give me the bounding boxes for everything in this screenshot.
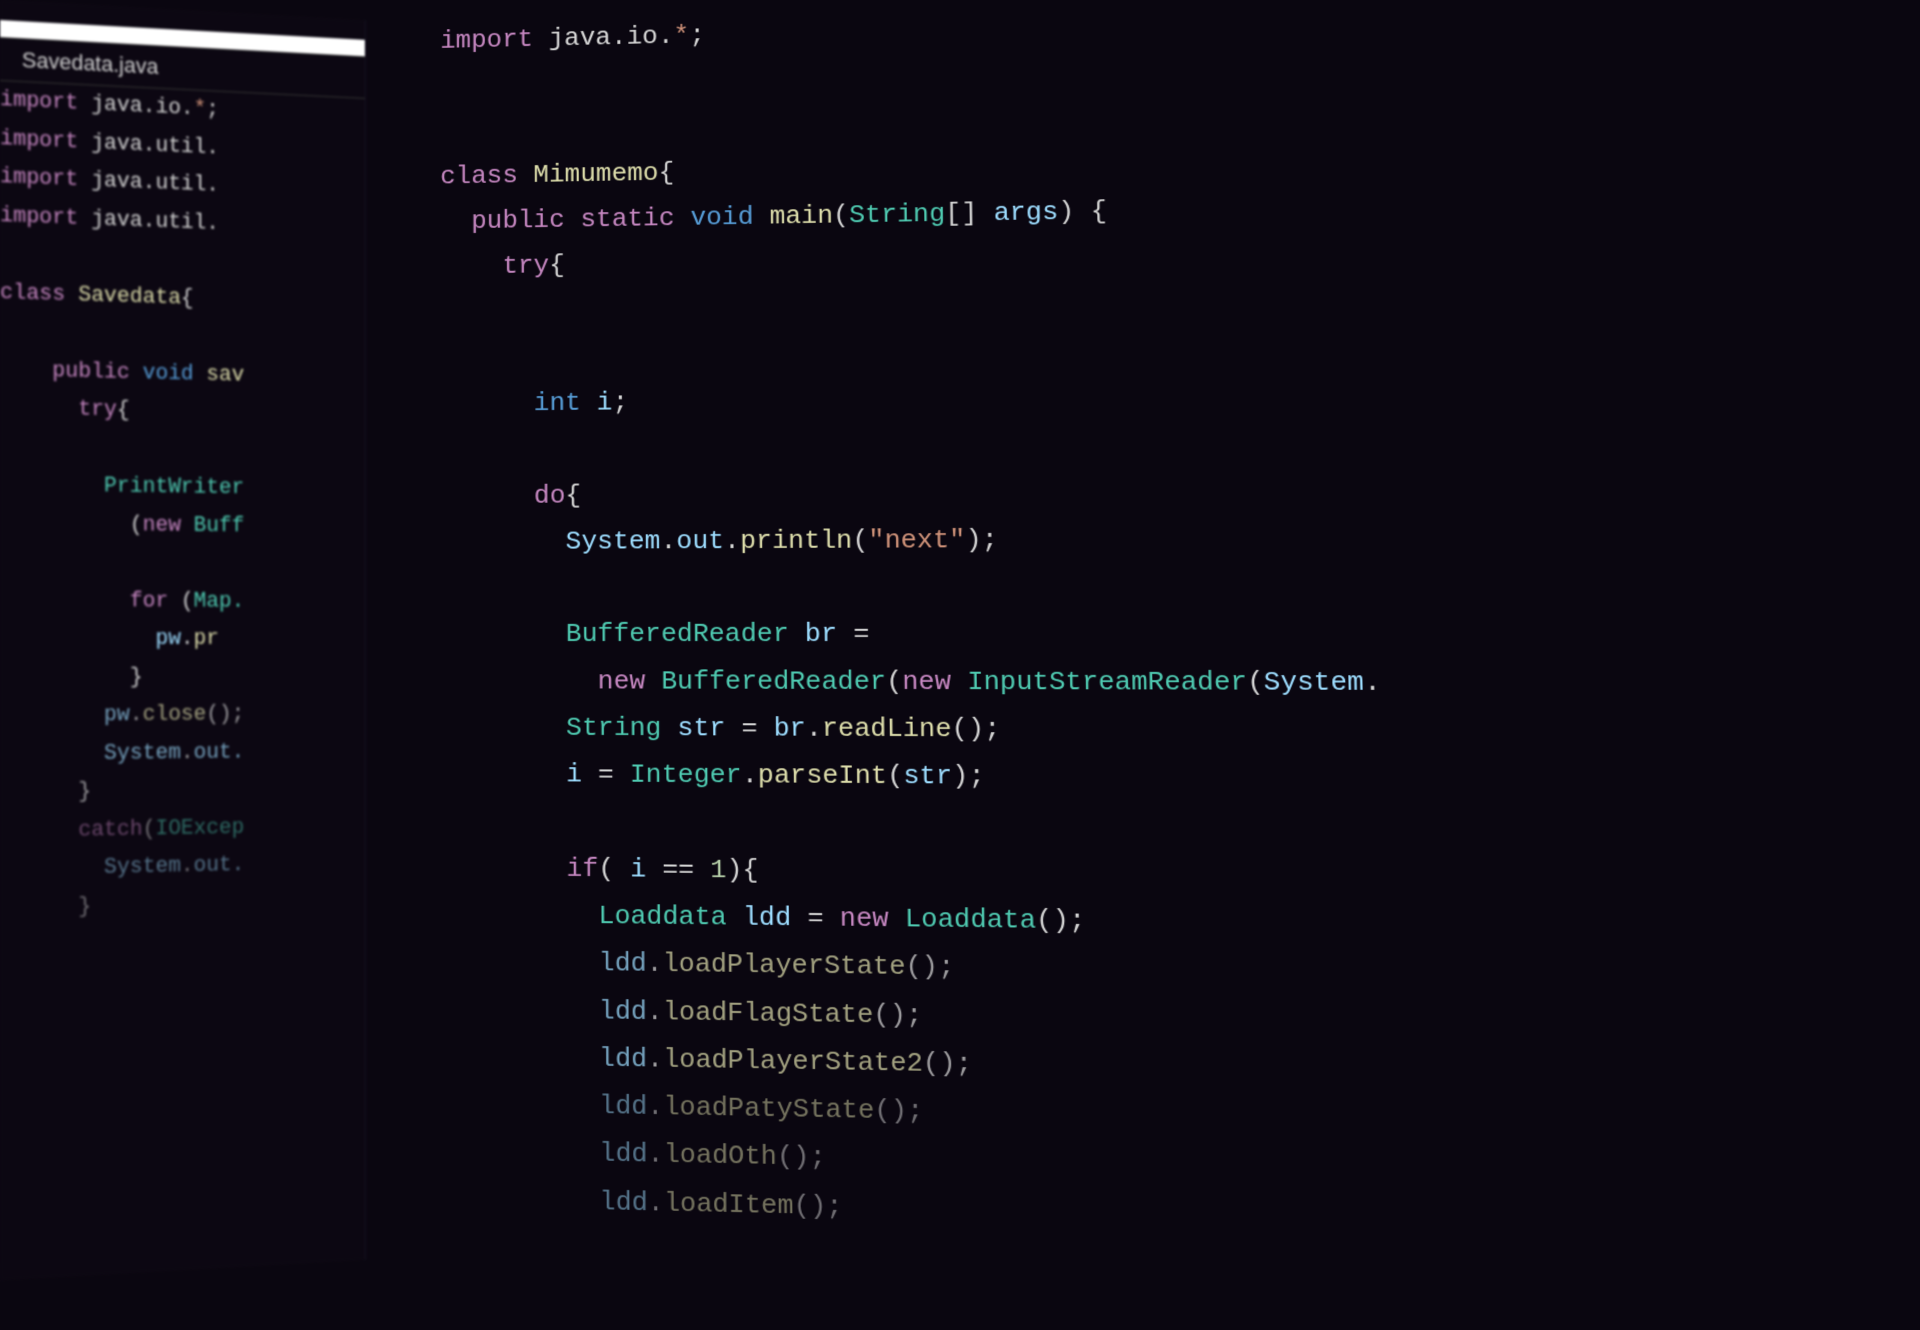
- main-line-11: [440, 561, 1920, 612]
- side-code-area[interactable]: import java.io.*; import java.util. impo…: [0, 81, 365, 928]
- side-line-15: pw.pr: [0, 620, 365, 659]
- side-line-19: }: [0, 770, 365, 813]
- main-code-area[interactable]: import java.io.*; class Mimumemo{ public…: [440, 0, 1920, 1257]
- main-line-9: do{: [440, 463, 1920, 519]
- main-line-15: i = Integer.parseInt(str);: [440, 751, 1920, 807]
- side-line-12: (new Buff: [0, 505, 365, 547]
- side-line-9: try{: [0, 389, 365, 434]
- main-line-12: BufferedReader br =: [440, 610, 1920, 659]
- main-line-13: new BufferedReader(new InputStreamReader…: [440, 658, 1920, 708]
- side-line-17: pw.close();: [0, 695, 365, 735]
- side-line-13: [0, 543, 365, 583]
- side-line-11: PrintWriter: [0, 466, 365, 509]
- side-line-14: for (Map.: [0, 582, 365, 621]
- side-editor-pane[interactable]: Savedata.java import java.io.*; import j…: [0, 0, 366, 1280]
- side-line-22: }: [0, 882, 365, 928]
- main-line-14: String str = br.readLine();: [440, 704, 1920, 757]
- main-line-10: System.out.println("next");: [440, 512, 1920, 565]
- side-line-18: System.out.: [0, 732, 365, 774]
- main-editor-pane[interactable]: import java.io.*; class Mimumemo{ public…: [379, 0, 1920, 1330]
- side-line-10: [0, 428, 365, 472]
- side-line-16: }: [0, 658, 365, 697]
